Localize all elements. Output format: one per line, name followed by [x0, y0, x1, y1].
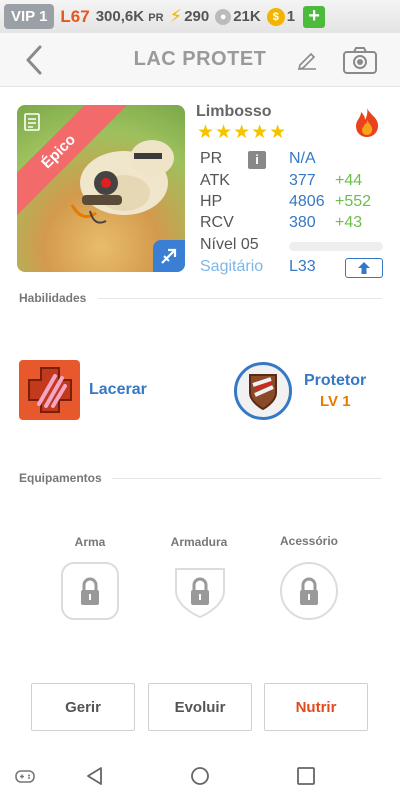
skill-protector-level: LV 1	[320, 393, 351, 410]
player-level: L67	[60, 6, 90, 26]
coin-value: 1	[286, 8, 296, 25]
page-header: LAC PROTET	[0, 33, 400, 87]
skill-lacerate-name[interactable]: Lacerar	[89, 381, 147, 399]
star-rating: ★★★★★	[197, 122, 288, 143]
weapon-slot-locked[interactable]	[60, 561, 120, 621]
stat-row-atk: ATK 377 +44	[200, 172, 385, 194]
zodiac-sign-level: L33	[289, 258, 316, 275]
feed-button[interactable]: Nutrir	[264, 683, 368, 731]
gamepad-icon[interactable]	[14, 765, 36, 787]
coin-icon: $	[266, 7, 285, 26]
skills-section-title: Habilidades	[19, 291, 87, 305]
zodiac-sign-label[interactable]: Sagitário	[200, 258, 263, 276]
fire-element-icon	[356, 108, 379, 137]
accessory-slot-locked[interactable]	[279, 561, 339, 621]
equipment-section-title: Equipamentos	[19, 471, 102, 485]
sign-upgrade-button[interactable]	[345, 258, 383, 278]
paw-icon: ●	[215, 8, 232, 25]
monster-portrait[interactable]: Épico	[17, 105, 185, 272]
divider	[112, 478, 382, 479]
home-circle-icon[interactable]	[189, 765, 211, 787]
power-unit: PR	[148, 12, 164, 24]
accessory-slot-label: Acessório	[279, 534, 339, 548]
skill-lacerate-icon[interactable]	[19, 360, 80, 420]
energy-counter[interactable]: ⚡ 290	[170, 6, 210, 27]
armor-slot-label: Armadura	[170, 535, 228, 549]
evolve-button[interactable]: Evoluir	[148, 683, 252, 731]
level-label: Nível 05	[200, 236, 259, 253]
info-icon[interactable]: i	[248, 151, 266, 169]
power-value: 300,6K	[95, 8, 145, 25]
stat-value: 4806	[289, 193, 325, 210]
weapon-slot-label: Arma	[74, 535, 106, 549]
stat-row-rcv: RCV 380 +43	[200, 214, 385, 236]
food-value: 21K	[233, 8, 261, 25]
claw-icon	[28, 367, 72, 413]
skill-protector-name[interactable]: Protetor	[304, 372, 366, 390]
add-currency-button[interactable]: +	[303, 5, 326, 28]
shield-icon	[249, 374, 277, 411]
up-arrow-icon	[358, 262, 370, 274]
stat-bonus: +44	[335, 172, 363, 189]
vip-badge[interactable]: VIP 1	[4, 4, 55, 29]
sagittarius-arrow-icon	[161, 248, 177, 264]
energy-value: 290	[184, 8, 210, 25]
stat-label: PR	[200, 150, 223, 167]
stat-label: ATK	[200, 172, 230, 189]
divider	[98, 298, 382, 299]
skill-protector-icon[interactable]	[234, 362, 292, 420]
camera-icon[interactable]	[342, 45, 378, 75]
xp-progress-bar	[289, 242, 383, 251]
stat-bonus: +43	[335, 214, 363, 231]
back-triangle-icon[interactable]	[84, 765, 106, 787]
stat-row-sign: Sagitário L33	[200, 258, 385, 280]
stat-row-hp: HP 4806 +552	[200, 193, 385, 215]
player-power: 300,6K PR	[96, 8, 164, 25]
stat-value: N/A	[289, 150, 316, 167]
zodiac-sign-badge	[153, 240, 185, 272]
lightning-icon: ⚡	[169, 6, 183, 26]
page-title: LAC PROTET	[133, 48, 267, 70]
pencil-icon[interactable]	[296, 47, 320, 71]
stat-value: 380	[289, 214, 316, 231]
recents-square-icon[interactable]	[295, 765, 317, 787]
stat-value: 377	[289, 172, 316, 189]
stat-bonus: +552	[335, 193, 372, 210]
stat-row-pr: PR i N/A	[200, 150, 385, 172]
status-bar: VIP 1 L67 300,6K PR ⚡ 290 ● 21K $1 +	[0, 0, 400, 33]
monster-name: Limbosso	[196, 103, 272, 120]
stat-label: RCV	[200, 214, 234, 231]
stat-label: HP	[200, 193, 223, 210]
food-counter[interactable]: ● 21K	[215, 8, 261, 25]
armor-slot-locked[interactable]	[170, 561, 230, 621]
manage-button[interactable]: Gerir	[31, 683, 135, 731]
coin-counter[interactable]: $1	[266, 7, 296, 26]
notes-icon[interactable]	[23, 111, 41, 131]
stat-row-level: Nível 05	[200, 236, 385, 258]
system-nav-bar	[0, 752, 400, 800]
